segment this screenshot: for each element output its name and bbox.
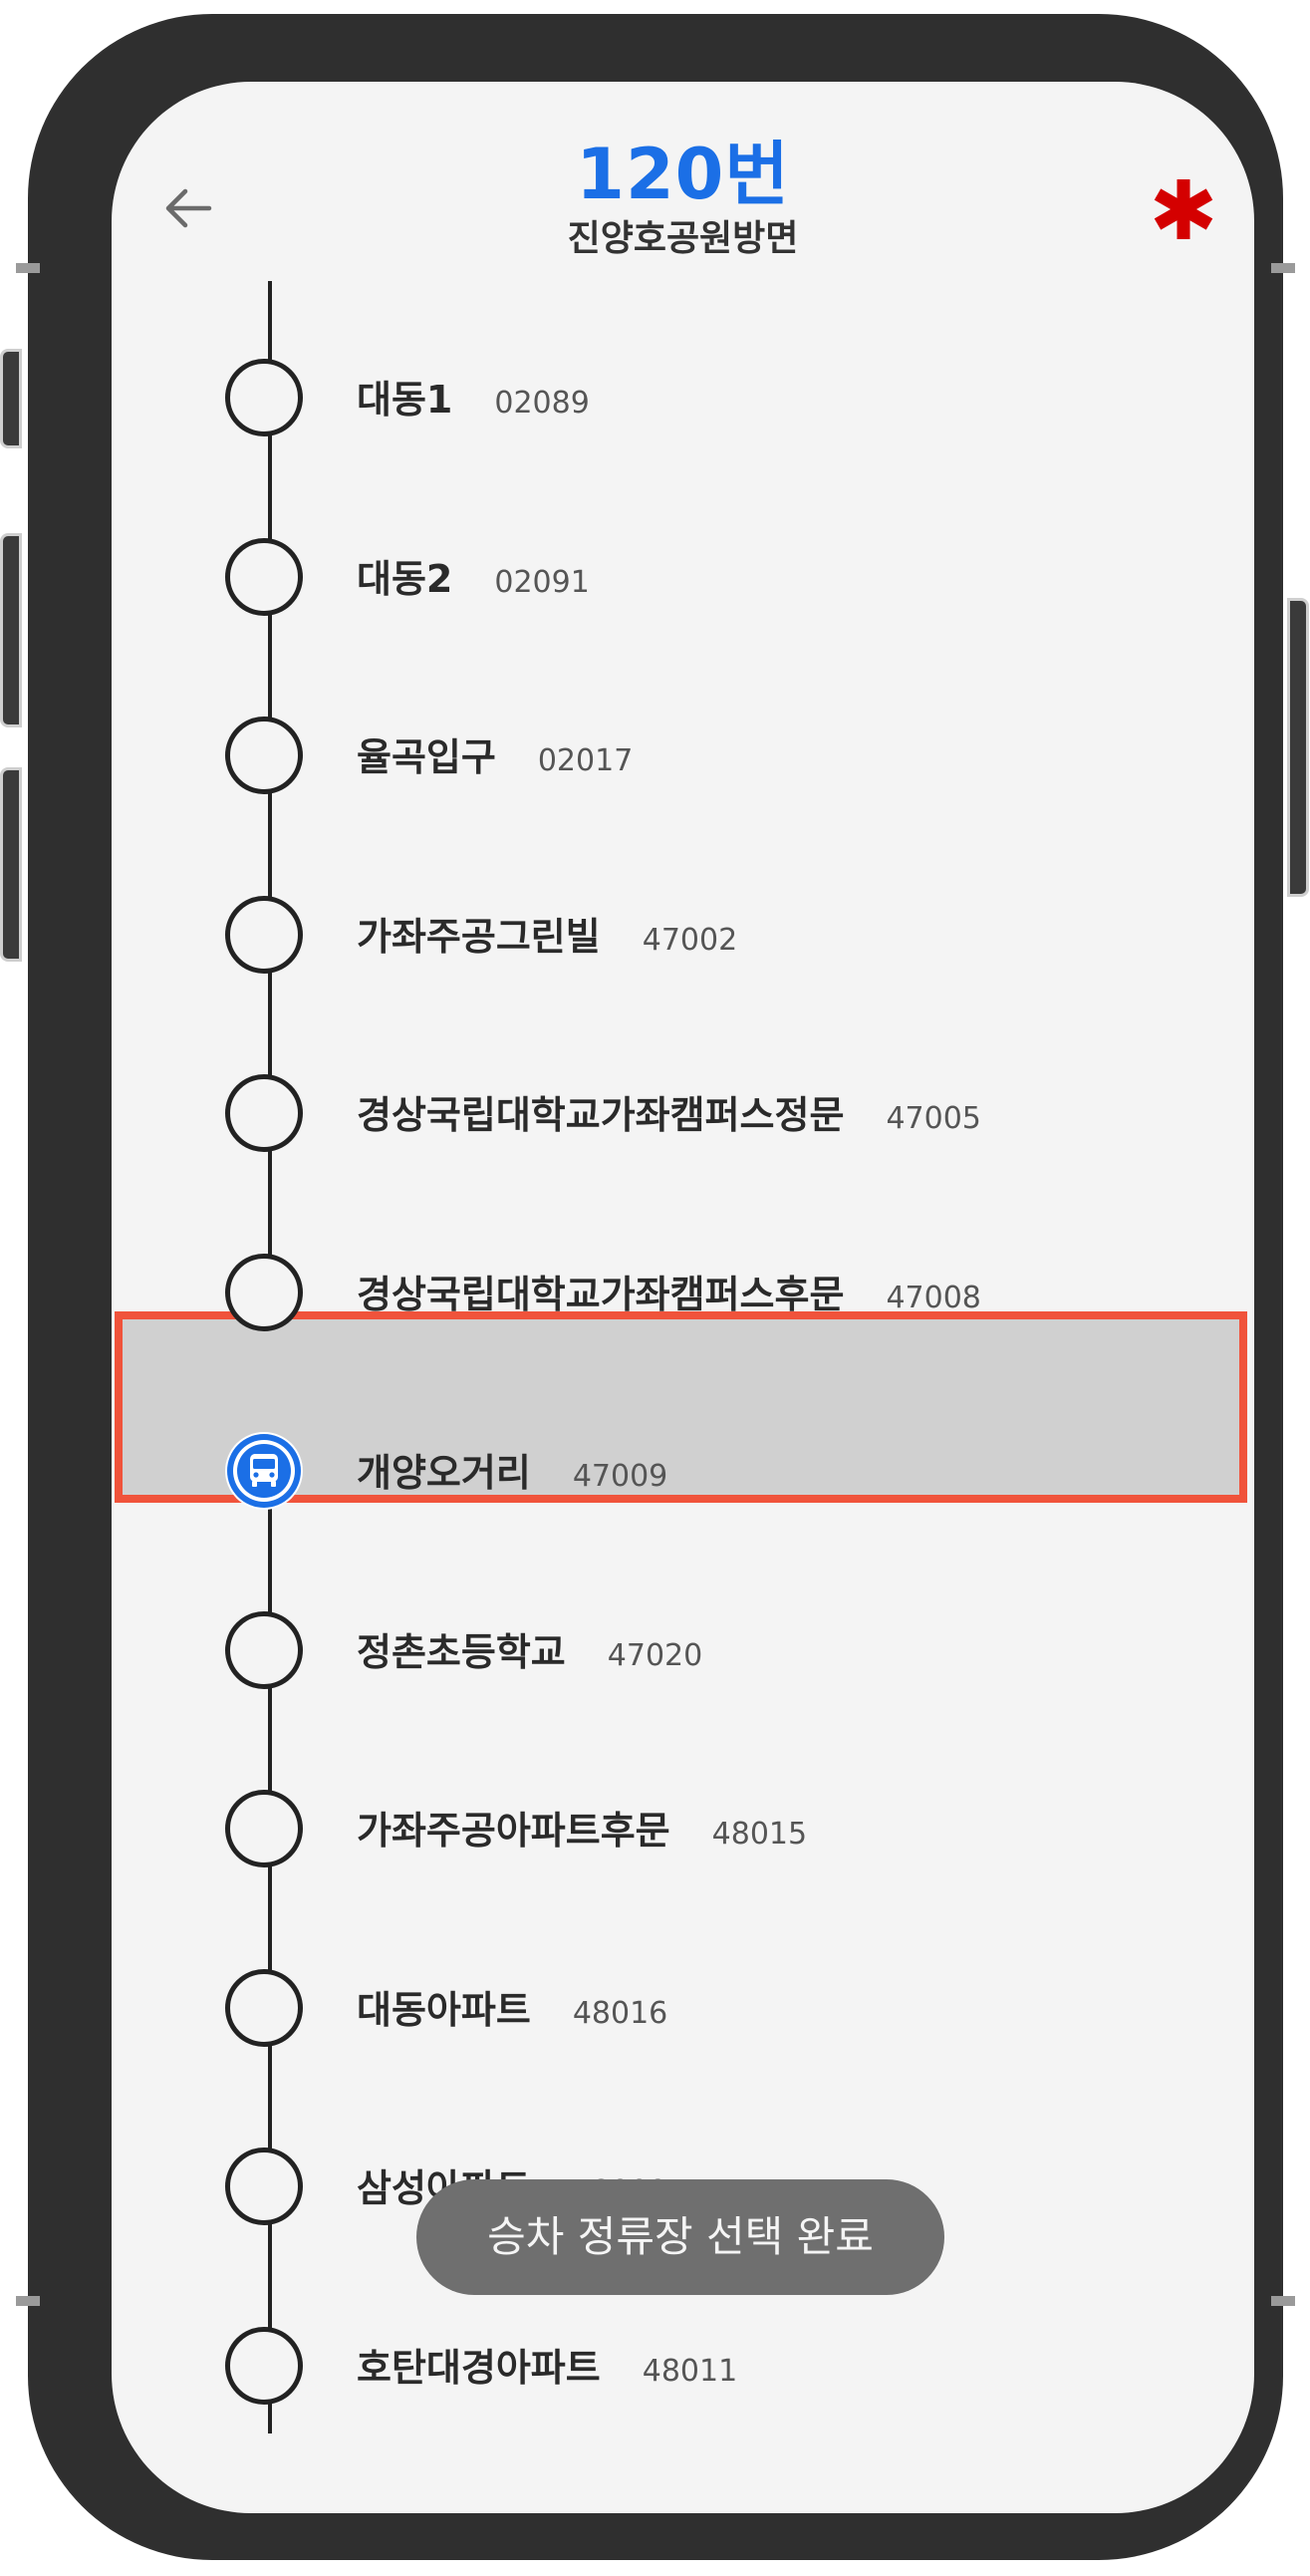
stop-marker-icon	[225, 1790, 303, 1867]
stop-row[interactable]: 대동2 02091	[112, 522, 1254, 642]
stop-list: 대동1 02089 대동2 02091 율곡입구 02017 가좌주공그린빌 47002 경상국…	[112, 82, 1254, 2513]
stop-name: 경상국립대학교가좌캠퍼스후문 47008	[357, 1272, 981, 1316]
stop-row[interactable]: 가좌주공그린빌 47002	[112, 880, 1254, 1000]
stop-code: 02089	[494, 386, 590, 421]
antenna-band	[16, 2296, 40, 2306]
stop-marker-icon	[225, 1610, 303, 1689]
asterisk-icon[interactable]	[1148, 173, 1219, 245]
stop-row[interactable]: 가좌주공아파트후문 48015	[112, 1774, 1254, 1893]
stop-code: 48015	[711, 1817, 808, 1852]
stop-marker-icon	[225, 2147, 303, 2225]
stop-code: 02017	[537, 743, 634, 778]
stop-row[interactable]: 경상국립대학교가좌캠퍼스정문 47005	[112, 1058, 1254, 1178]
volume-up-button	[0, 533, 22, 727]
stop-marker-icon	[225, 2326, 303, 2405]
stop-code: 47009	[572, 1459, 668, 1494]
phone-frame: 대동1 02089 대동2 02091 율곡입구 02017 가좌주공그린빌 47002 경상국…	[16, 14, 1295, 2560]
stop-name: 정촌초등학교 47020	[357, 1629, 703, 1674]
stop-code: 02091	[494, 564, 590, 600]
stop-row[interactable]: 대동1 02089	[112, 343, 1254, 462]
app-screen: 대동1 02089 대동2 02091 율곡입구 02017 가좌주공그린빌 47002 경상국…	[112, 82, 1254, 2513]
mute-switch	[0, 349, 22, 448]
stop-marker-icon	[225, 1253, 303, 1331]
stop-name: 대동1 02089	[357, 378, 590, 422]
stop-code: 48011	[642, 2353, 738, 2389]
antenna-band	[1271, 2296, 1295, 2306]
stop-row[interactable]: 개양오거리 47009	[112, 1416, 1254, 1536]
stop-row[interactable]: 경상국립대학교가좌캠퍼스후문 47008	[112, 1238, 1254, 1357]
stop-row[interactable]: 호탄대경아파트 48011	[112, 2311, 1254, 2431]
stop-code: 47008	[886, 1280, 981, 1315]
bus-icon	[225, 1432, 303, 1510]
boarding-stop-selected-toast: 승차 정류장 선택 완료	[416, 2179, 944, 2295]
stop-row[interactable]: 대동아파트 48016	[112, 1953, 1254, 2073]
stop-marker-icon	[225, 895, 303, 974]
stop-name: 개양오거리 47009	[357, 1451, 668, 1495]
stop-name: 대동2 02091	[357, 556, 590, 601]
stop-marker-icon	[225, 359, 303, 436]
stop-marker-icon	[225, 1968, 303, 2047]
volume-down-button	[0, 767, 22, 962]
stop-code: 47002	[642, 922, 738, 958]
stop-code: 47005	[886, 1101, 981, 1136]
stop-marker-icon	[225, 1074, 303, 1152]
stop-code: 48016	[572, 1995, 668, 2031]
antenna-band	[1271, 263, 1295, 273]
stop-marker-icon	[225, 537, 303, 616]
stop-name: 가좌주공그린빌 47002	[357, 914, 738, 959]
stop-code: 47020	[607, 1637, 703, 1673]
stop-row[interactable]: 율곡입구 02017	[112, 701, 1254, 820]
route-direction: 진양호공원방면	[567, 218, 799, 259]
stop-name: 대동아파트 48016	[357, 1987, 668, 2032]
route-number: 120번	[576, 134, 790, 215]
stop-name: 경상국립대학교가좌캠퍼스정문 47005	[357, 1093, 981, 1137]
stop-marker-icon	[225, 716, 303, 794]
stop-row[interactable]: 정촌초등학교 47020	[112, 1595, 1254, 1715]
stop-name: 가좌주공아파트후문 48015	[357, 1809, 808, 1853]
antenna-band	[16, 263, 40, 273]
stop-name: 율곡입구 02017	[357, 735, 634, 779]
power-button	[1287, 598, 1309, 897]
stop-name: 호탄대경아파트 48011	[357, 2345, 738, 2390]
